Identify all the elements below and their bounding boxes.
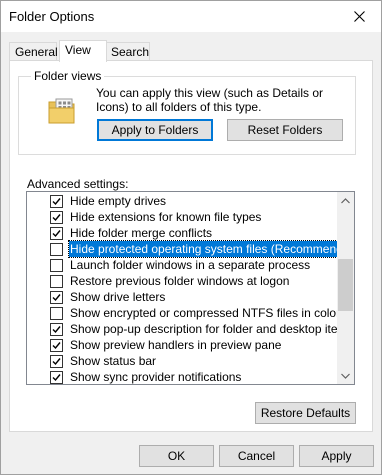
list-item-label: Show sync provider notifications — [70, 370, 242, 384]
list-item[interactable]: Show preview handlers in preview pane — [27, 337, 338, 353]
reset-folders-button[interactable]: Reset Folders — [227, 119, 343, 141]
list-item[interactable]: Restore previous folder windows at logon — [27, 273, 338, 289]
folder-views-description: You can apply this view (such as Details… — [96, 86, 324, 114]
list-item-label: Show pop-up description for folder and d… — [70, 322, 354, 336]
checkmark-icon — [52, 230, 61, 238]
list-item[interactable]: Hide empty drives — [27, 193, 338, 209]
list-item[interactable]: Show encrypted or compressed NTFS files … — [27, 305, 341, 321]
advanced-settings-label: Advanced settings: — [27, 177, 129, 191]
checkbox[interactable] — [50, 371, 63, 384]
checkbox[interactable] — [50, 259, 63, 272]
checkmark-icon — [52, 342, 61, 350]
close-button[interactable] — [337, 1, 381, 32]
list-item[interactable]: Hide folder merge conflicts — [27, 225, 338, 241]
checkbox[interactable] — [50, 339, 63, 352]
window-title: Folder Options — [9, 9, 95, 24]
list-item-label: Hide extensions for known file types — [70, 210, 262, 224]
folder-views-label: Folder views — [31, 69, 105, 83]
list-item[interactable]: Show status bar — [27, 353, 338, 369]
checkmark-icon — [52, 294, 61, 302]
ok-button[interactable]: OK — [139, 445, 214, 467]
checkmark-icon — [52, 358, 61, 366]
list-item-label: Restore previous folder windows at logon — [70, 274, 290, 288]
tab-general[interactable]: General — [9, 42, 58, 61]
list-item-label: Hide protected operating system files (R… — [67, 240, 354, 258]
vertical-scrollbar[interactable] — [337, 192, 354, 384]
checkbox[interactable] — [50, 227, 63, 240]
tab-view[interactable]: View — [59, 40, 107, 62]
list-item-label: Show preview handlers in preview pane — [70, 338, 282, 352]
cancel-button[interactable]: Cancel — [219, 445, 294, 467]
folder-view-icon — [48, 98, 75, 124]
list-item[interactable]: Show drive letters — [27, 289, 338, 305]
scroll-down-button[interactable] — [337, 367, 354, 384]
checkbox[interactable] — [50, 323, 63, 336]
list-item-label: Show drive letters — [70, 290, 166, 304]
checkbox[interactable] — [50, 355, 63, 368]
list-item-selected[interactable]: Hide protected operating system files (R… — [27, 240, 354, 258]
list-item-label: Hide empty drives — [70, 194, 167, 208]
checkbox[interactable] — [50, 195, 63, 208]
checkmark-icon — [52, 214, 61, 222]
checkmark-icon — [52, 374, 61, 382]
checkbox[interactable] — [50, 211, 63, 224]
advanced-settings-list[interactable]: Hide empty drives Hide extensions for kn… — [26, 191, 355, 385]
list-item-label: Launch folder windows in a separate proc… — [70, 258, 311, 272]
close-icon — [353, 11, 365, 22]
scroll-up-button[interactable] — [337, 192, 354, 209]
checkmark-icon — [52, 326, 61, 334]
checkbox[interactable] — [50, 307, 63, 320]
list-item[interactable]: Hide extensions for known file types — [27, 209, 338, 225]
scroll-thumb[interactable] — [338, 259, 353, 311]
apply-to-folders-button[interactable]: Apply to Folders — [97, 119, 213, 141]
title-bar[interactable]: Folder Options — [1, 1, 381, 32]
tab-search[interactable]: Search — [105, 42, 150, 61]
folder-options-dialog: Folder Options General View Search Folde… — [0, 0, 382, 475]
chevron-up-icon — [341, 197, 350, 203]
checkmark-icon — [52, 198, 61, 206]
checkbox[interactable] — [50, 243, 63, 256]
restore-defaults-button[interactable]: Restore Defaults — [255, 402, 356, 424]
list-item[interactable]: Launch folder windows in a separate proc… — [27, 257, 338, 273]
list-item[interactable]: Show sync provider notifications — [27, 369, 338, 384]
checkbox[interactable] — [50, 275, 63, 288]
apply-button[interactable]: Apply — [299, 445, 374, 467]
chevron-down-icon — [341, 373, 350, 379]
checkbox[interactable] — [50, 291, 63, 304]
list-item-label: Hide folder merge conflicts — [70, 226, 213, 240]
list-item[interactable]: Show pop-up description for folder and d… — [27, 321, 354, 337]
list-item-label: Show encrypted or compressed NTFS files … — [70, 306, 341, 320]
list-item-label: Show status bar — [70, 354, 157, 368]
